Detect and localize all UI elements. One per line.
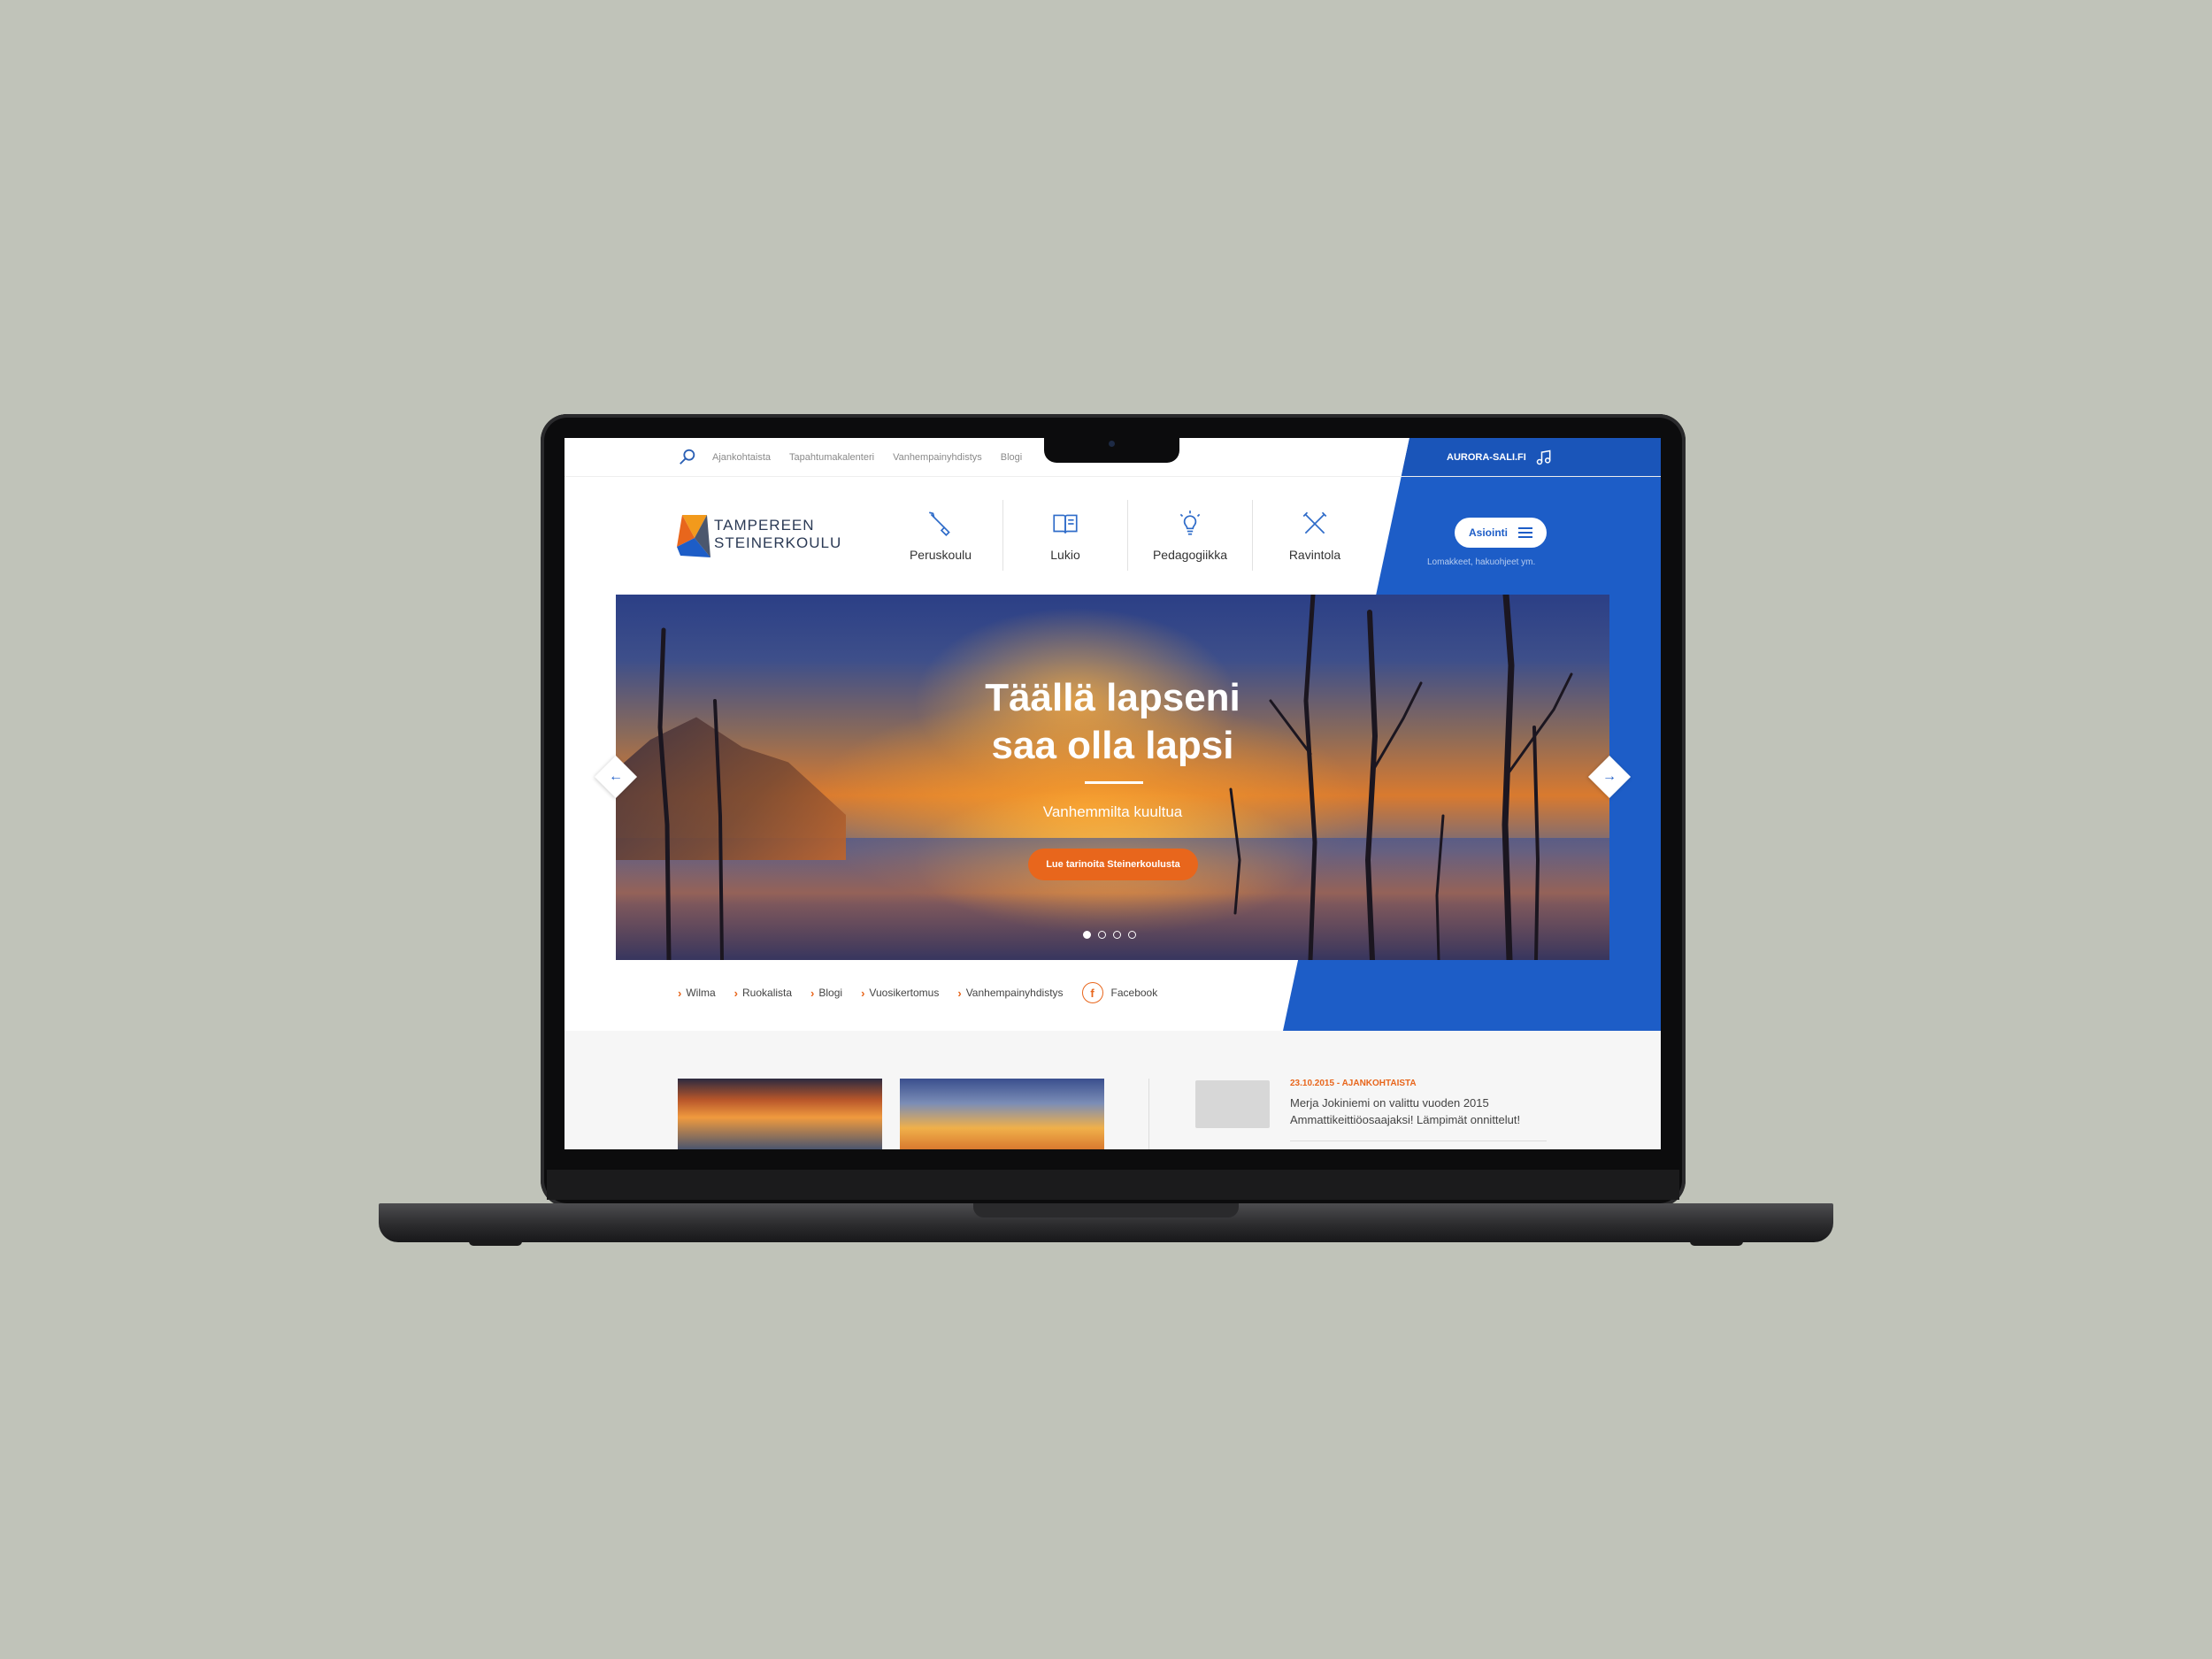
slider-dot[interactable] bbox=[1128, 931, 1136, 939]
slider-dots bbox=[1083, 931, 1136, 939]
top-link-vanhempainyhdistys[interactable]: Vanhempainyhdistys bbox=[893, 452, 982, 463]
menu-icon bbox=[1518, 527, 1532, 538]
slider-dot[interactable] bbox=[1113, 931, 1121, 939]
asiointi-button[interactable]: Asiointi bbox=[1455, 518, 1547, 548]
quick-link-vanhempainyhdistys[interactable]: › Vanhempainyhdistys bbox=[957, 987, 1063, 1000]
hero-divider bbox=[1085, 781, 1143, 784]
nav-label: Pedagogiikka bbox=[1152, 548, 1228, 562]
hero-cta-button[interactable]: Lue tarinoita Steinerkoulusta bbox=[1028, 849, 1198, 880]
facebook-link[interactable]: f Facebook bbox=[1081, 982, 1158, 1003]
hero-title-line2: saa olla lapsi bbox=[991, 724, 1234, 767]
nav-label: Peruskoulu bbox=[909, 548, 972, 562]
slider-dot[interactable] bbox=[1098, 931, 1106, 939]
quick-link-ruokalista[interactable]: › Ruokalista bbox=[734, 987, 792, 1000]
nav-label: Ravintola bbox=[1288, 548, 1341, 562]
logo-mark-icon bbox=[677, 515, 710, 557]
hero-title-line1: Täällä lapseni bbox=[985, 676, 1240, 719]
quick-link-blogi[interactable]: › Blogi bbox=[810, 987, 842, 1000]
lower-section: 23.10.2015 - AJANKOHTAISTA Merja Jokinie… bbox=[565, 1031, 1661, 1149]
article-thumbnail[interactable] bbox=[900, 1079, 1104, 1149]
main-nav: Peruskoulu Lukio Pedagogiikka Ravintola bbox=[879, 500, 1377, 571]
asiointi-label: Asiointi bbox=[1469, 526, 1508, 539]
quick-link-label: Ruokalista bbox=[742, 987, 793, 999]
section-divider bbox=[1148, 1079, 1149, 1149]
search-icon[interactable] bbox=[678, 447, 697, 466]
asiointi-subtitle: Lomakkeet, hakuohjeet ym. bbox=[1427, 557, 1536, 567]
hero-slider: Täällä lapseni saa olla lapsi Vanhemmilt… bbox=[616, 595, 1609, 960]
quick-link-label: Vanhempainyhdistys bbox=[965, 987, 1064, 999]
laptop-screen: Ajankohtaista Tapahtumakalenteri Vanhemp… bbox=[565, 438, 1661, 1149]
facebook-label: Facebook bbox=[1110, 987, 1158, 999]
laptop-foot bbox=[1690, 1240, 1743, 1246]
news-image[interactable] bbox=[1195, 1080, 1270, 1128]
hero-painting-trees bbox=[657, 595, 1573, 960]
nav-item-ravintola[interactable]: Ravintola bbox=[1253, 500, 1377, 571]
brush-icon bbox=[929, 511, 950, 536]
logo-line2: STEINERKOULU bbox=[714, 534, 842, 551]
quick-link-label: Wilma bbox=[686, 987, 716, 999]
aurora-sali-link[interactable]: AURORA-SALI.FI bbox=[1447, 449, 1553, 466]
nav-item-pedagogiikka[interactable]: Pedagogiikka bbox=[1128, 500, 1253, 571]
slider-dot[interactable] bbox=[1083, 931, 1091, 939]
arrow-left-icon: ← bbox=[609, 769, 623, 784]
chevron-right-icon: › bbox=[733, 986, 739, 1000]
aurora-label: AURORA-SALI.FI bbox=[1447, 452, 1526, 463]
music-note-icon bbox=[1536, 449, 1551, 465]
camera-icon bbox=[1109, 441, 1115, 447]
quick-link-vuosikertomus[interactable]: › Vuosikertomus bbox=[861, 987, 939, 1000]
top-links: Ajankohtaista Tapahtumakalenteri Vanhemp… bbox=[712, 438, 1022, 476]
facebook-icon: f bbox=[1081, 982, 1103, 1003]
school-logo[interactable]: TAMPEREEN STEINERKOULU bbox=[675, 511, 852, 565]
nav-label: Lukio bbox=[1050, 548, 1080, 562]
chevron-right-icon: › bbox=[861, 986, 865, 1000]
chevron-right-icon: › bbox=[810, 986, 815, 1000]
nav-item-peruskoulu[interactable]: Peruskoulu bbox=[879, 500, 1003, 571]
article-thumbnail[interactable] bbox=[678, 1079, 882, 1149]
top-link-blogi[interactable]: Blogi bbox=[1001, 452, 1022, 463]
nav-item-lukio[interactable]: Lukio bbox=[1003, 500, 1128, 571]
laptop-chin bbox=[547, 1170, 1679, 1200]
news-headline[interactable]: Merja Jokiniemi on valittu vuoden 2015 A… bbox=[1290, 1094, 1555, 1128]
logo-line1: TAMPEREEN bbox=[714, 517, 815, 534]
quick-link-label: Blogi bbox=[818, 987, 843, 999]
cutlery-icon bbox=[1302, 511, 1327, 534]
laptop-foot bbox=[469, 1240, 522, 1246]
book-icon bbox=[1053, 514, 1078, 534]
chevron-right-icon: › bbox=[678, 986, 682, 1000]
arrow-right-icon: → bbox=[1602, 769, 1617, 784]
hero-title: Täällä lapseni saa olla lapsi bbox=[616, 674, 1609, 770]
news-meta: 23.10.2015 - AJANKOHTAISTA bbox=[1290, 1079, 1417, 1088]
hero-subtitle: Vanhemmilta kuultua bbox=[1042, 803, 1183, 820]
top-link-tapahtumakalenteri[interactable]: Tapahtumakalenteri bbox=[789, 452, 874, 463]
quick-links: › Wilma › Ruokalista › Blogi › Vuosikertomus… bbox=[678, 979, 1157, 1006]
lightbulb-icon bbox=[1179, 511, 1201, 535]
top-link-ajankohtaista[interactable]: Ajankohtaista bbox=[712, 452, 771, 463]
chevron-right-icon: › bbox=[957, 986, 962, 1000]
quick-link-wilma[interactable]: › Wilma bbox=[678, 987, 716, 1000]
laptop-base-notch bbox=[973, 1203, 1239, 1217]
quick-link-label: Vuosikertomus bbox=[869, 987, 940, 999]
